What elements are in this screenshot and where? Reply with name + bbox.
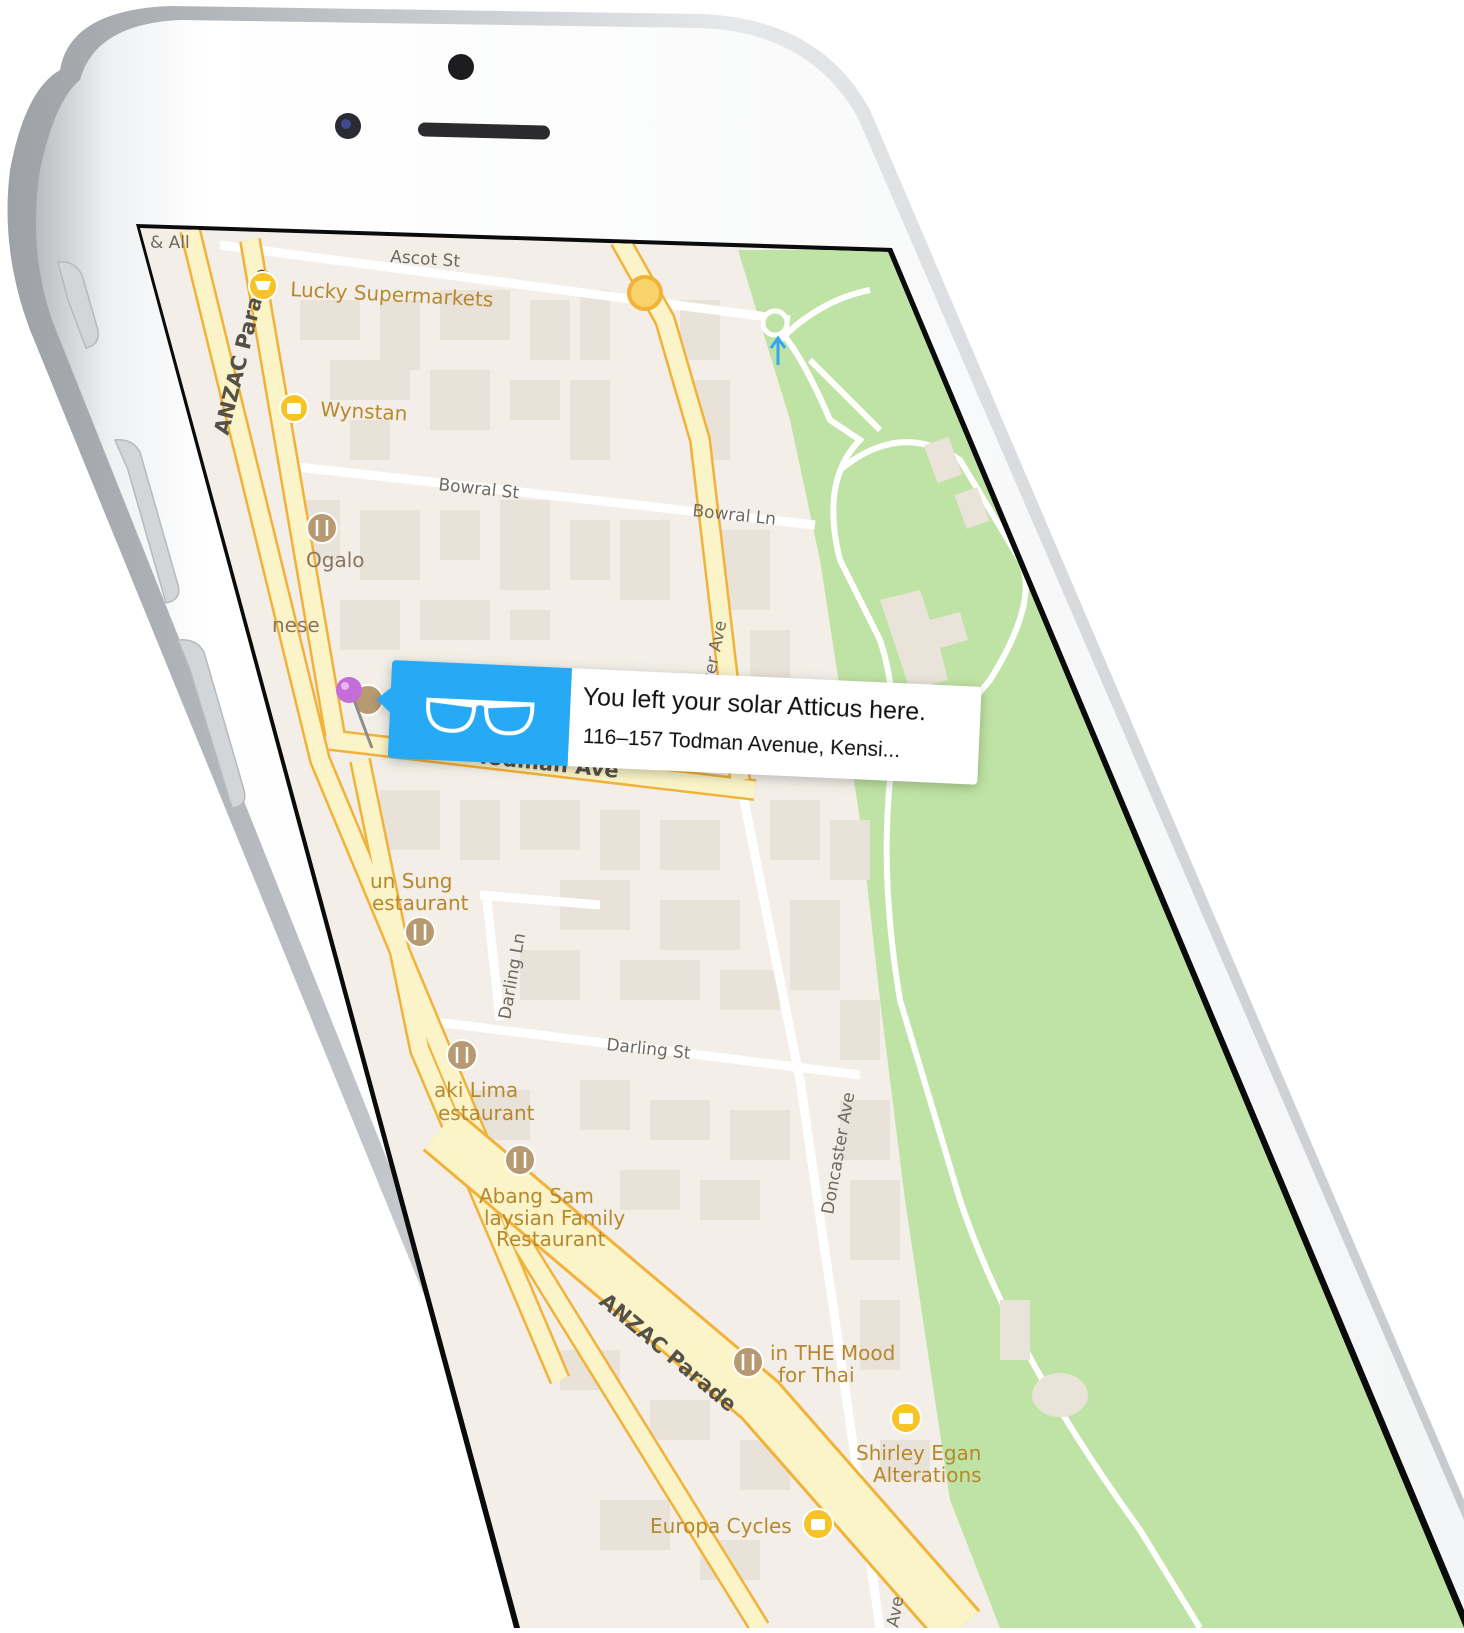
phone-scene: Ascot St & All ANZAC Parade Bowral St Bo…: [0, 0, 1464, 1628]
roundabout-park: [763, 311, 787, 335]
poi-label: aki Lima: [434, 1078, 518, 1102]
fork-knife-icon: [447, 1040, 477, 1070]
poi-label: Alterations: [873, 1463, 982, 1487]
poi-label-nese: nese: [272, 613, 320, 637]
sunglasses-icon: [388, 660, 572, 766]
poi-label: in THE Mood: [770, 1341, 895, 1365]
phone-illustration: Ascot St & All ANZAC Parade Bowral St Bo…: [0, 0, 1464, 1628]
map-view[interactable]: Ascot St & All ANZAC Parade Bowral St Bo…: [0, 200, 1464, 1628]
fork-knife-icon: [505, 1145, 535, 1175]
fork-knife-icon: [733, 1347, 763, 1377]
pin-head-icon: [336, 677, 362, 703]
notification-title: You left your solar Atticus here.: [582, 683, 927, 728]
proximity-sensor: [448, 54, 474, 80]
poi-label: estaurant: [372, 891, 469, 915]
camera-lens: [341, 119, 351, 129]
poi-label: Europa Cycles: [650, 1514, 792, 1538]
poi-label: for Thai: [778, 1363, 855, 1387]
fork-knife-icon: [405, 917, 435, 947]
pin-highlight: [341, 682, 349, 690]
poi-label: Restaurant: [496, 1227, 606, 1251]
street-label-corner: & All: [150, 233, 190, 253]
roundabout: [629, 277, 661, 309]
poi-label: Wynstan: [320, 397, 408, 426]
poi-label: Shirley Egan: [856, 1441, 981, 1465]
callout-body: You left your solar Atticus here. 116–15…: [568, 668, 982, 784]
fork-knife-icon: [307, 513, 337, 543]
notification-address: 116–157 Todman Avenue, Kensi...: [582, 725, 963, 766]
poi-label: un Sung: [370, 869, 452, 893]
poi-label: estaurant: [438, 1101, 535, 1125]
poi-label: Abang Sam: [479, 1184, 594, 1208]
poi-label: Ogalo: [306, 548, 365, 572]
callout-icon-area: [388, 660, 572, 766]
